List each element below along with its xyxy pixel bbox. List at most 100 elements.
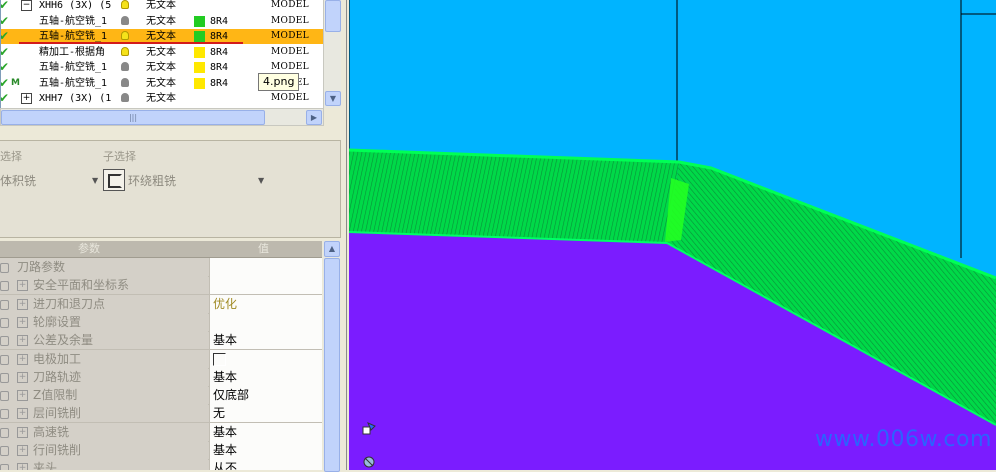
lock-icon	[0, 427, 9, 438]
operation-text: 无文本	[146, 15, 176, 27]
lightbulb-icon[interactable]	[121, 31, 129, 40]
lock-icon	[0, 317, 9, 328]
tree-horizontal-scrollbar[interactable]: ||| ▶	[0, 108, 324, 126]
parameter-value-text: 基本	[213, 333, 238, 348]
color-swatch	[194, 31, 205, 42]
scroll-thumb[interactable]: |||	[1, 110, 265, 125]
workplane-icon[interactable]	[362, 422, 376, 436]
expand-toggle-icon[interactable]: −	[21, 0, 32, 11]
parameter-value-text: 基本	[213, 369, 238, 384]
parameter-name: 行间铣削	[33, 443, 82, 457]
expand-plus-icon[interactable]: +	[17, 390, 28, 402]
main-selection-label: 选择	[0, 150, 22, 163]
expand-plus-icon[interactable]: +	[17, 298, 28, 310]
expand-plus-icon[interactable]: +	[17, 426, 28, 438]
lightbulb-icon[interactable]	[121, 62, 129, 71]
dropdown-arrow-icon[interactable]: ▼	[92, 176, 98, 185]
main-selection-combo[interactable]: 体积铣	[0, 172, 36, 189]
lightbulb-icon[interactable]	[121, 0, 129, 9]
parameter-name: 高速铣	[33, 424, 70, 439]
lightbulb-icon[interactable]	[121, 93, 129, 102]
lightbulb-icon[interactable]	[121, 46, 129, 56]
parameter-value[interactable]: 从不	[209, 459, 322, 470]
parameter-value[interactable]	[209, 276, 322, 295]
expand-plus-icon[interactable]: +	[17, 408, 28, 420]
parameter-row[interactable]: + 行间铣削 基本	[0, 441, 322, 460]
expand-plus-icon[interactable]: +	[17, 280, 28, 292]
parameter-row[interactable]: + 安全平面和坐标系	[0, 276, 322, 296]
expand-plus-icon[interactable]: +	[17, 316, 28, 328]
parameter-row[interactable]: + 公差及余量 基本	[0, 331, 322, 351]
parameter-row[interactable]: + 层间铣削 无	[0, 404, 322, 424]
parameter-value[interactable]	[209, 312, 322, 331]
watermark-text: www.006w.com	[815, 427, 992, 452]
parameter-value[interactable]	[209, 258, 322, 276]
parameter-row[interactable]: + 轮廓设置	[0, 312, 322, 332]
operation-text: 无文本	[146, 0, 176, 11]
m-marker: M	[11, 77, 20, 88]
scroll-right-arrow-icon[interactable]: ▶	[306, 110, 322, 125]
color-swatch	[194, 15, 205, 27]
expand-plus-icon[interactable]: +	[17, 445, 28, 456]
parameter-value[interactable]: 仅底部	[209, 386, 322, 405]
parameter-row[interactable]: + 进刀和退刀点 优化	[0, 294, 322, 314]
operation-name: XHH6 (3X) (5	[39, 0, 112, 11]
lightbulb-icon[interactable]	[121, 15, 129, 25]
lock-icon	[0, 409, 9, 420]
operation-tree[interactable]: ✔ − XHH6 (3X) (5 无文本 MODEL ✔ 五轴-航空铣_1 无文本 8R4 MOD…	[0, 0, 324, 109]
tree-item[interactable]: ✔ − XHH6 (3X) (5 无文本 MODEL	[1, 0, 323, 13]
expand-plus-icon[interactable]: +	[17, 353, 28, 365]
parameter-name-cell: + 夹头	[0, 459, 208, 470]
dropdown-arrow-icon[interactable]: ▼	[258, 176, 264, 185]
scroll-thumb[interactable]	[324, 258, 340, 472]
parameter-value[interactable]: 优化	[209, 294, 322, 313]
scroll-up-arrow-icon[interactable]: ▲	[324, 241, 340, 257]
operation-text: 无文本	[146, 62, 176, 73]
lock-icon	[0, 446, 9, 456]
expand-plus-icon[interactable]: +	[17, 371, 28, 383]
tree-item[interactable]: ✔ + XHH7 (3X) (1 无文本 MODEL	[1, 91, 323, 106]
parameter-value[interactable]: 无	[209, 404, 322, 423]
scroll-down-arrow-icon[interactable]: ▼	[325, 91, 341, 106]
parameter-row[interactable]: + 夹头 从不	[0, 459, 322, 470]
operation-name: 五轴-航空铣_1	[39, 15, 108, 27]
parameter-name: 夹头	[33, 461, 58, 470]
expand-toggle-icon[interactable]: +	[21, 93, 32, 104]
parameter-name: 层间铣削	[33, 406, 82, 421]
checkbox[interactable]	[213, 352, 226, 366]
parameter-row[interactable]: + 电极加工	[0, 349, 322, 369]
parameter-value[interactable]: 基本	[209, 441, 322, 459]
sub-selection-combo[interactable]: 环绕粗铣	[128, 172, 176, 189]
lock-icon	[0, 354, 9, 365]
tool-name: 8R4	[210, 15, 229, 27]
view-orientation-icon[interactable]	[362, 455, 376, 469]
parameter-name-cell: + 刀路轨迹	[0, 367, 208, 386]
parameter-row[interactable]: + 高速铣 基本	[0, 422, 322, 442]
scroll-thumb[interactable]	[325, 0, 341, 32]
expand-plus-icon[interactable]: +	[17, 335, 28, 347]
parameter-row[interactable]: 刀路参数	[0, 258, 322, 277]
parameter-row[interactable]: + 刀路轨迹 基本	[0, 367, 322, 387]
parameter-name: 刀路轨迹	[33, 369, 82, 384]
parameter-name-cell: + 行间铣削	[0, 441, 208, 459]
parameter-value[interactable]: 基本	[209, 422, 322, 441]
parameter-value[interactable]: 基本	[209, 367, 322, 386]
model-name: MODEL	[271, 46, 309, 57]
parameter-value[interactable]: 基本	[209, 331, 322, 350]
parameter-name-cell: + 高速铣	[0, 422, 208, 441]
lock-icon	[0, 263, 9, 273]
tree-item[interactable]: ✔ 五轴-航空铣_1 无文本 8R4 MODEL	[1, 29, 323, 44]
tool-name: 8R4	[210, 46, 229, 58]
3d-viewport[interactable]	[349, 0, 996, 470]
tree-item[interactable]: ✔ 精加工-根据角 无文本 8R4 MODEL	[1, 45, 323, 60]
parameter-value[interactable]	[209, 349, 322, 368]
parameter-scrollbar[interactable]: ▲	[323, 241, 340, 472]
parameter-row[interactable]: + Z值限制 仅底部	[0, 386, 322, 406]
tree-vertical-scrollbar[interactable]: ▼	[323, 0, 341, 108]
lightbulb-icon[interactable]	[121, 77, 129, 87]
operation-name: 五轴-航空铣_1	[39, 77, 108, 89]
toolpath-wall-left	[349, 150, 679, 243]
parameter-name-cell: + Z值限制	[0, 386, 208, 405]
expand-plus-icon[interactable]: +	[17, 463, 28, 470]
tree-item[interactable]: ✔ 五轴-航空铣_1 无文本 8R4 MODEL	[1, 14, 323, 29]
